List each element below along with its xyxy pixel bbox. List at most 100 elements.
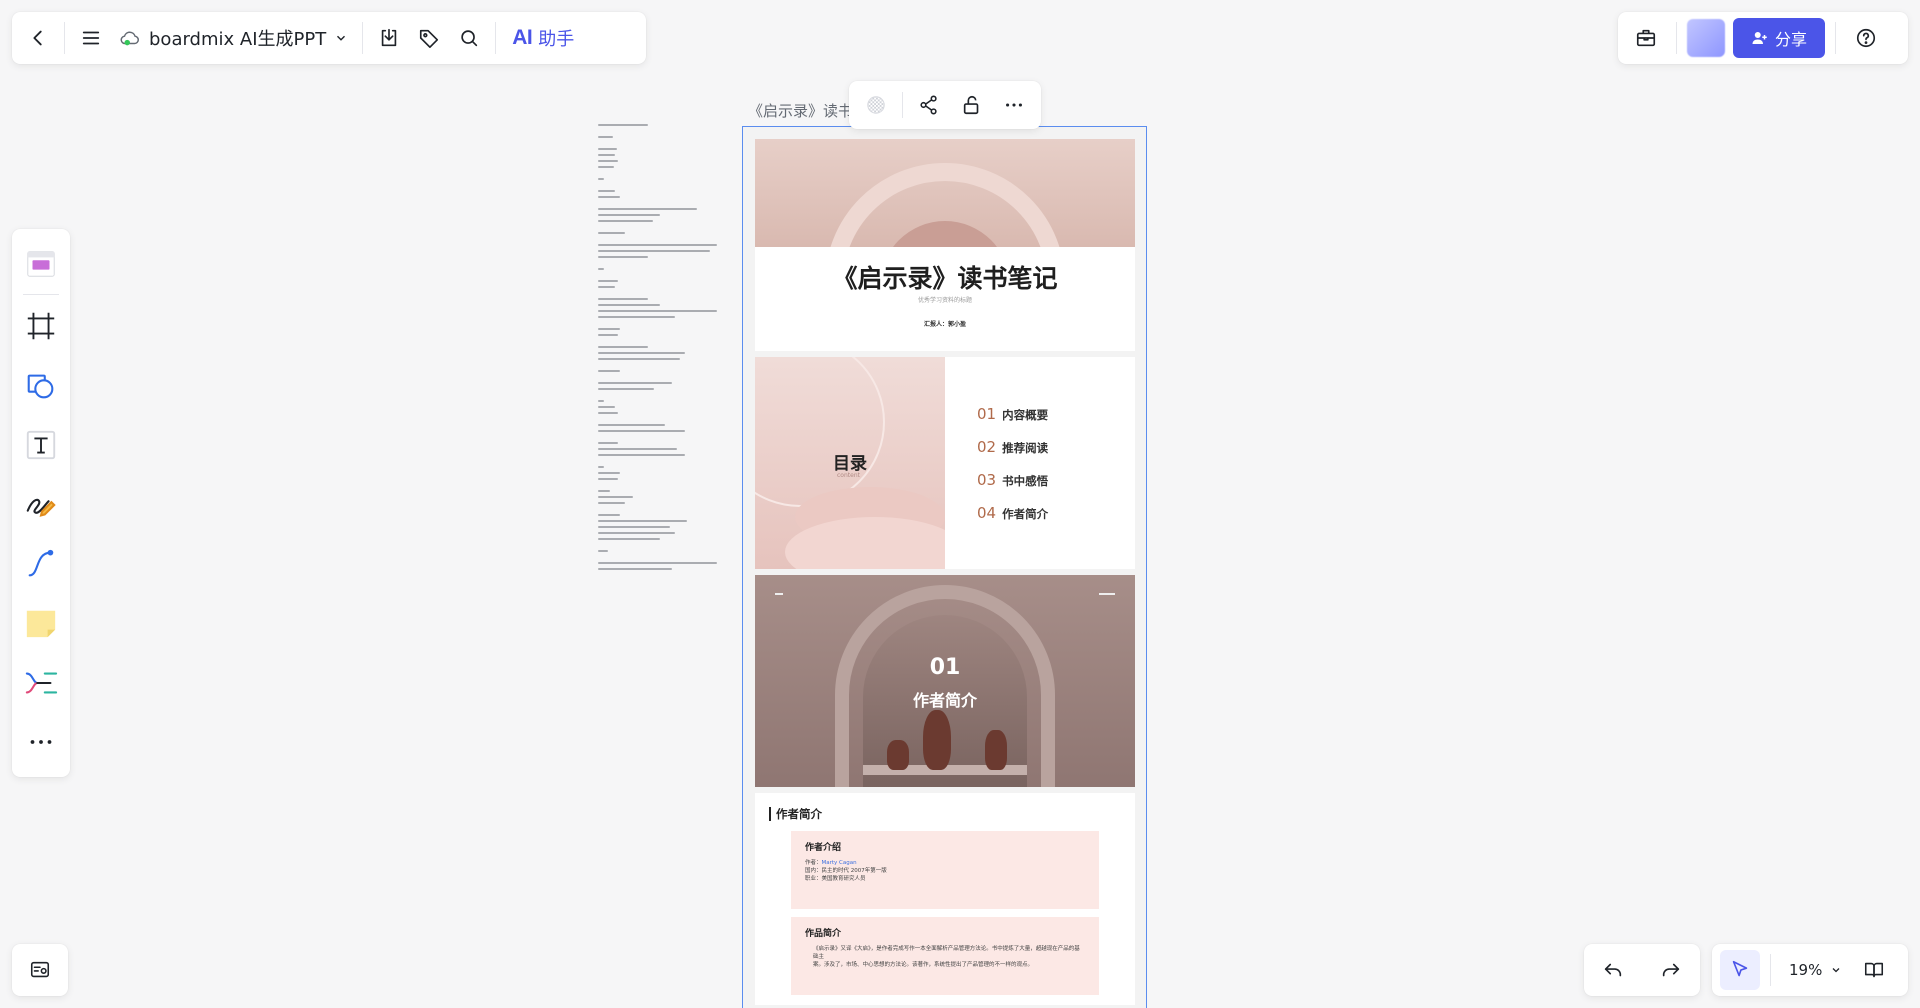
zoom-dropdown[interactable]: 19%	[1781, 961, 1850, 979]
toc-number: 04	[977, 504, 997, 522]
author-heading: 作者简介	[769, 807, 822, 821]
document-title-dropdown[interactable]: boardmix AI生成PPT	[111, 25, 356, 51]
frame-icon[interactable]	[18, 301, 64, 350]
sticky-note-icon[interactable]	[18, 599, 64, 648]
undo-icon[interactable]	[1593, 950, 1633, 990]
tag-icon[interactable]	[409, 18, 449, 58]
frame-label[interactable]: 《启示录》读书	[748, 100, 853, 121]
unlock-icon[interactable]	[954, 87, 990, 123]
history-panel	[1584, 944, 1700, 996]
cover-reporter: 汇报人：郭小盈	[923, 321, 966, 328]
help-icon[interactable]	[1846, 18, 1886, 58]
template-icon[interactable]	[18, 239, 64, 288]
divider	[495, 22, 497, 54]
slide-toc[interactable]: 目录 content 01 内容概要 02 推荐阅读 03 书中感悟 04 作者简介	[755, 357, 1135, 569]
top-toolbar: boardmix AI生成PPT AI 助手	[12, 12, 646, 64]
divider	[23, 294, 59, 296]
share-button[interactable]: 分享	[1733, 18, 1826, 58]
toc-subtitle: content	[837, 472, 860, 479]
slide-author[interactable]: 作者简介 作者介绍 作者：Marty Cagan 国内：民主的时代 2007年第…	[755, 793, 1135, 1005]
toc-text: 作者简介	[1002, 507, 1049, 521]
cover-image	[755, 139, 1135, 247]
toc-item: 04 作者简介	[977, 504, 1048, 537]
shape-icon[interactable]	[18, 361, 64, 410]
toc-number: 03	[977, 471, 997, 489]
toc-text: 书中感悟	[1002, 474, 1049, 488]
add-user-icon	[1752, 32, 1767, 44]
share-label: 分享	[1775, 30, 1808, 49]
toc-text: 内容概要	[1002, 408, 1049, 422]
chevron-down-icon	[337, 35, 346, 41]
menu-icon[interactable]	[71, 18, 111, 58]
card-line: 《启示录》又译《大启》，是作者完成写作一本全面解析产品管理方法论。书中提炼了大量…	[813, 946, 1080, 960]
view-panel: 19%	[1712, 944, 1908, 996]
author-link[interactable]: Marty Cagan	[822, 860, 857, 866]
selection-toolbar	[849, 81, 1041, 129]
divider	[902, 92, 904, 118]
left-toolbar	[12, 229, 70, 777]
card-line: 国内：民主的时代 2007年第一版	[805, 868, 887, 874]
card-title: 作品简介	[805, 929, 842, 939]
mindmap-icon[interactable]	[18, 658, 64, 707]
book-view-icon[interactable]	[1854, 950, 1894, 990]
select-tool[interactable]	[1720, 950, 1760, 990]
more-options-icon[interactable]	[996, 87, 1032, 123]
slide-section[interactable]: 01 作者简介	[755, 575, 1135, 787]
section-title: 作者简介	[912, 691, 977, 710]
chevron-down-icon	[1832, 968, 1840, 973]
author-card: 作者介绍 作者：Marty Cagan 国内：民主的时代 2007年第一版 职业…	[791, 831, 1099, 909]
corner-mark	[1099, 593, 1115, 595]
cover-title: 《启示录》读书笔记	[832, 264, 1058, 293]
section-number: 01	[929, 655, 961, 680]
ai-assistant-button[interactable]: AI 助手	[502, 18, 584, 58]
divider	[1676, 22, 1677, 54]
toc-item: 02 推荐阅读	[977, 438, 1048, 471]
divider	[64, 22, 65, 54]
cloud-synced-icon	[120, 31, 139, 46]
minimap-icon[interactable]	[20, 950, 60, 990]
bottom-left-panel	[12, 944, 68, 996]
redo-icon[interactable]	[1651, 950, 1691, 990]
vase-image	[887, 740, 909, 770]
toc-number: 02	[977, 438, 997, 456]
back-icon[interactable]	[18, 18, 58, 58]
divider	[1770, 954, 1771, 986]
zoom-level: 19%	[1789, 961, 1823, 979]
toc-number: 01	[977, 405, 997, 423]
fill-color-icon[interactable]	[858, 87, 894, 123]
cover-subtitle: 优秀学习资料的标题	[917, 297, 972, 304]
document-text-block[interactable]	[598, 124, 722, 574]
vase-image	[923, 710, 951, 770]
card-line: 案。涉及了，市场、中心思想的方法论。该著作，系统性提出了产品管理的不一样的观点。	[813, 962, 1034, 968]
toc-list: 01 内容概要 02 推荐阅读 03 书中感悟 04 作者简介	[977, 405, 1048, 537]
download-icon[interactable]	[369, 18, 409, 58]
document-title: boardmix AI生成PPT	[149, 29, 327, 50]
card-line: 作者：Marty Cagan	[805, 859, 1085, 867]
work-card: 作品简介 《启示录》又译《大启》，是作者完成写作一本全面解析产品管理方法论。书中…	[791, 917, 1099, 995]
card-line: 职业：美国教育研究人员	[805, 876, 866, 882]
toc-item: 01 内容概要	[977, 405, 1048, 438]
toc-item: 03 书中感悟	[977, 471, 1048, 504]
toc-title: 目录	[833, 454, 867, 474]
toc-text: 推荐阅读	[1002, 441, 1049, 455]
ai-assistant-label: 助手	[538, 29, 575, 50]
toolbox-icon[interactable]	[1626, 18, 1666, 58]
connector-icon[interactable]	[18, 539, 64, 588]
corner-mark	[775, 593, 783, 595]
selected-frame[interactable]: 《启示录》读书笔记 优秀学习资料的标题 汇报人：郭小盈 目录 content 0…	[742, 126, 1147, 1008]
card-title: 作者介绍	[805, 843, 842, 853]
avatar[interactable]	[1687, 19, 1725, 57]
top-right-toolbar: 分享	[1618, 12, 1908, 64]
link-nodes-icon[interactable]	[911, 87, 947, 123]
slide-cover[interactable]: 《启示录》读书笔记 优秀学习资料的标题 汇报人：郭小盈	[755, 139, 1135, 351]
cursor-icon	[1732, 960, 1748, 977]
text-icon[interactable]	[18, 420, 64, 469]
vase-image	[985, 730, 1007, 770]
divider	[362, 22, 364, 54]
ai-logo: AI	[512, 26, 533, 49]
more-tools-icon[interactable]	[18, 718, 64, 767]
author-label: 作者：	[805, 860, 822, 866]
divider	[1835, 22, 1837, 54]
search-icon[interactable]	[449, 18, 489, 58]
pen-icon[interactable]	[18, 480, 64, 529]
